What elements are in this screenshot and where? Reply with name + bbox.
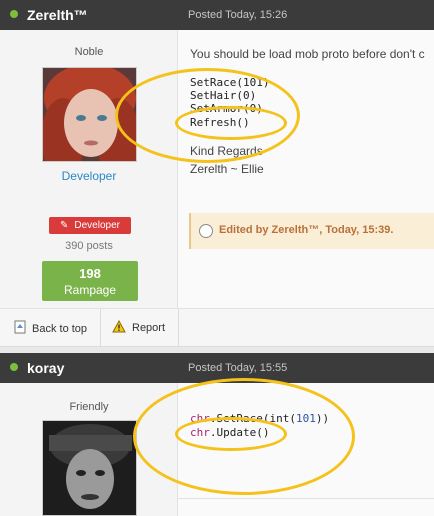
back-to-top-button[interactable]: Back to top (14, 320, 87, 337)
post-count: 390 posts (65, 240, 113, 252)
page-up-icon (14, 320, 26, 337)
online-status-icon (10, 10, 18, 18)
warning-triangle-icon (112, 319, 126, 336)
badge-label: Developer (74, 220, 120, 231)
report-label: Report (132, 322, 166, 334)
developer-badge: ✎ Developer (49, 217, 131, 234)
signature-text: Zerelth ~ Ellie (190, 162, 264, 176)
post-date: Posted Today, 15:55 (188, 362, 288, 374)
report-button[interactable]: Report (112, 319, 166, 336)
online-status-icon (10, 363, 18, 371)
magnifier-icon (199, 224, 213, 238)
content-divider (178, 498, 434, 499)
edited-notice-text: Edited by Zerelth™, Today, 15:39. (219, 224, 394, 236)
member-group-link[interactable]: Developer (0, 169, 178, 183)
post-header: koray Posted Today, 15:55 (0, 353, 434, 383)
reputation-label: Rampage (63, 283, 117, 297)
action-separator (178, 309, 179, 348)
reputation-box[interactable]: 198 Rampage (42, 261, 138, 301)
post-header: Zerelth™ Posted Today, 15:26 (0, 0, 434, 30)
action-separator (100, 309, 101, 348)
member-rank: Noble (74, 46, 104, 58)
reputation-value: 198 (79, 266, 101, 281)
user-avatar[interactable] (42, 420, 137, 516)
highlight-ellipse-inner (175, 106, 287, 140)
post-author-name[interactable]: koray (27, 360, 64, 376)
back-to-top-label: Back to top (32, 322, 88, 335)
author-info-panel: Noble Developer ✎ Developer 390 posts 19… (0, 30, 178, 308)
post-text-intro: You should be load mob proto before don'… (190, 47, 425, 61)
pencil-icon: ✎ (60, 220, 69, 231)
forum-thread-page: { "posts": [ { "author": "Zerelth™", "da… (0, 0, 434, 516)
edited-notice: Edited by Zerelth™, Today, 15:39. (189, 213, 434, 249)
post-action-bar: Back to top Report (0, 308, 434, 348)
highlight-ellipse-inner (175, 417, 287, 451)
post-author-name[interactable]: Zerelth™ (27, 7, 88, 23)
post-date: Posted Today, 15:26 (188, 9, 288, 21)
